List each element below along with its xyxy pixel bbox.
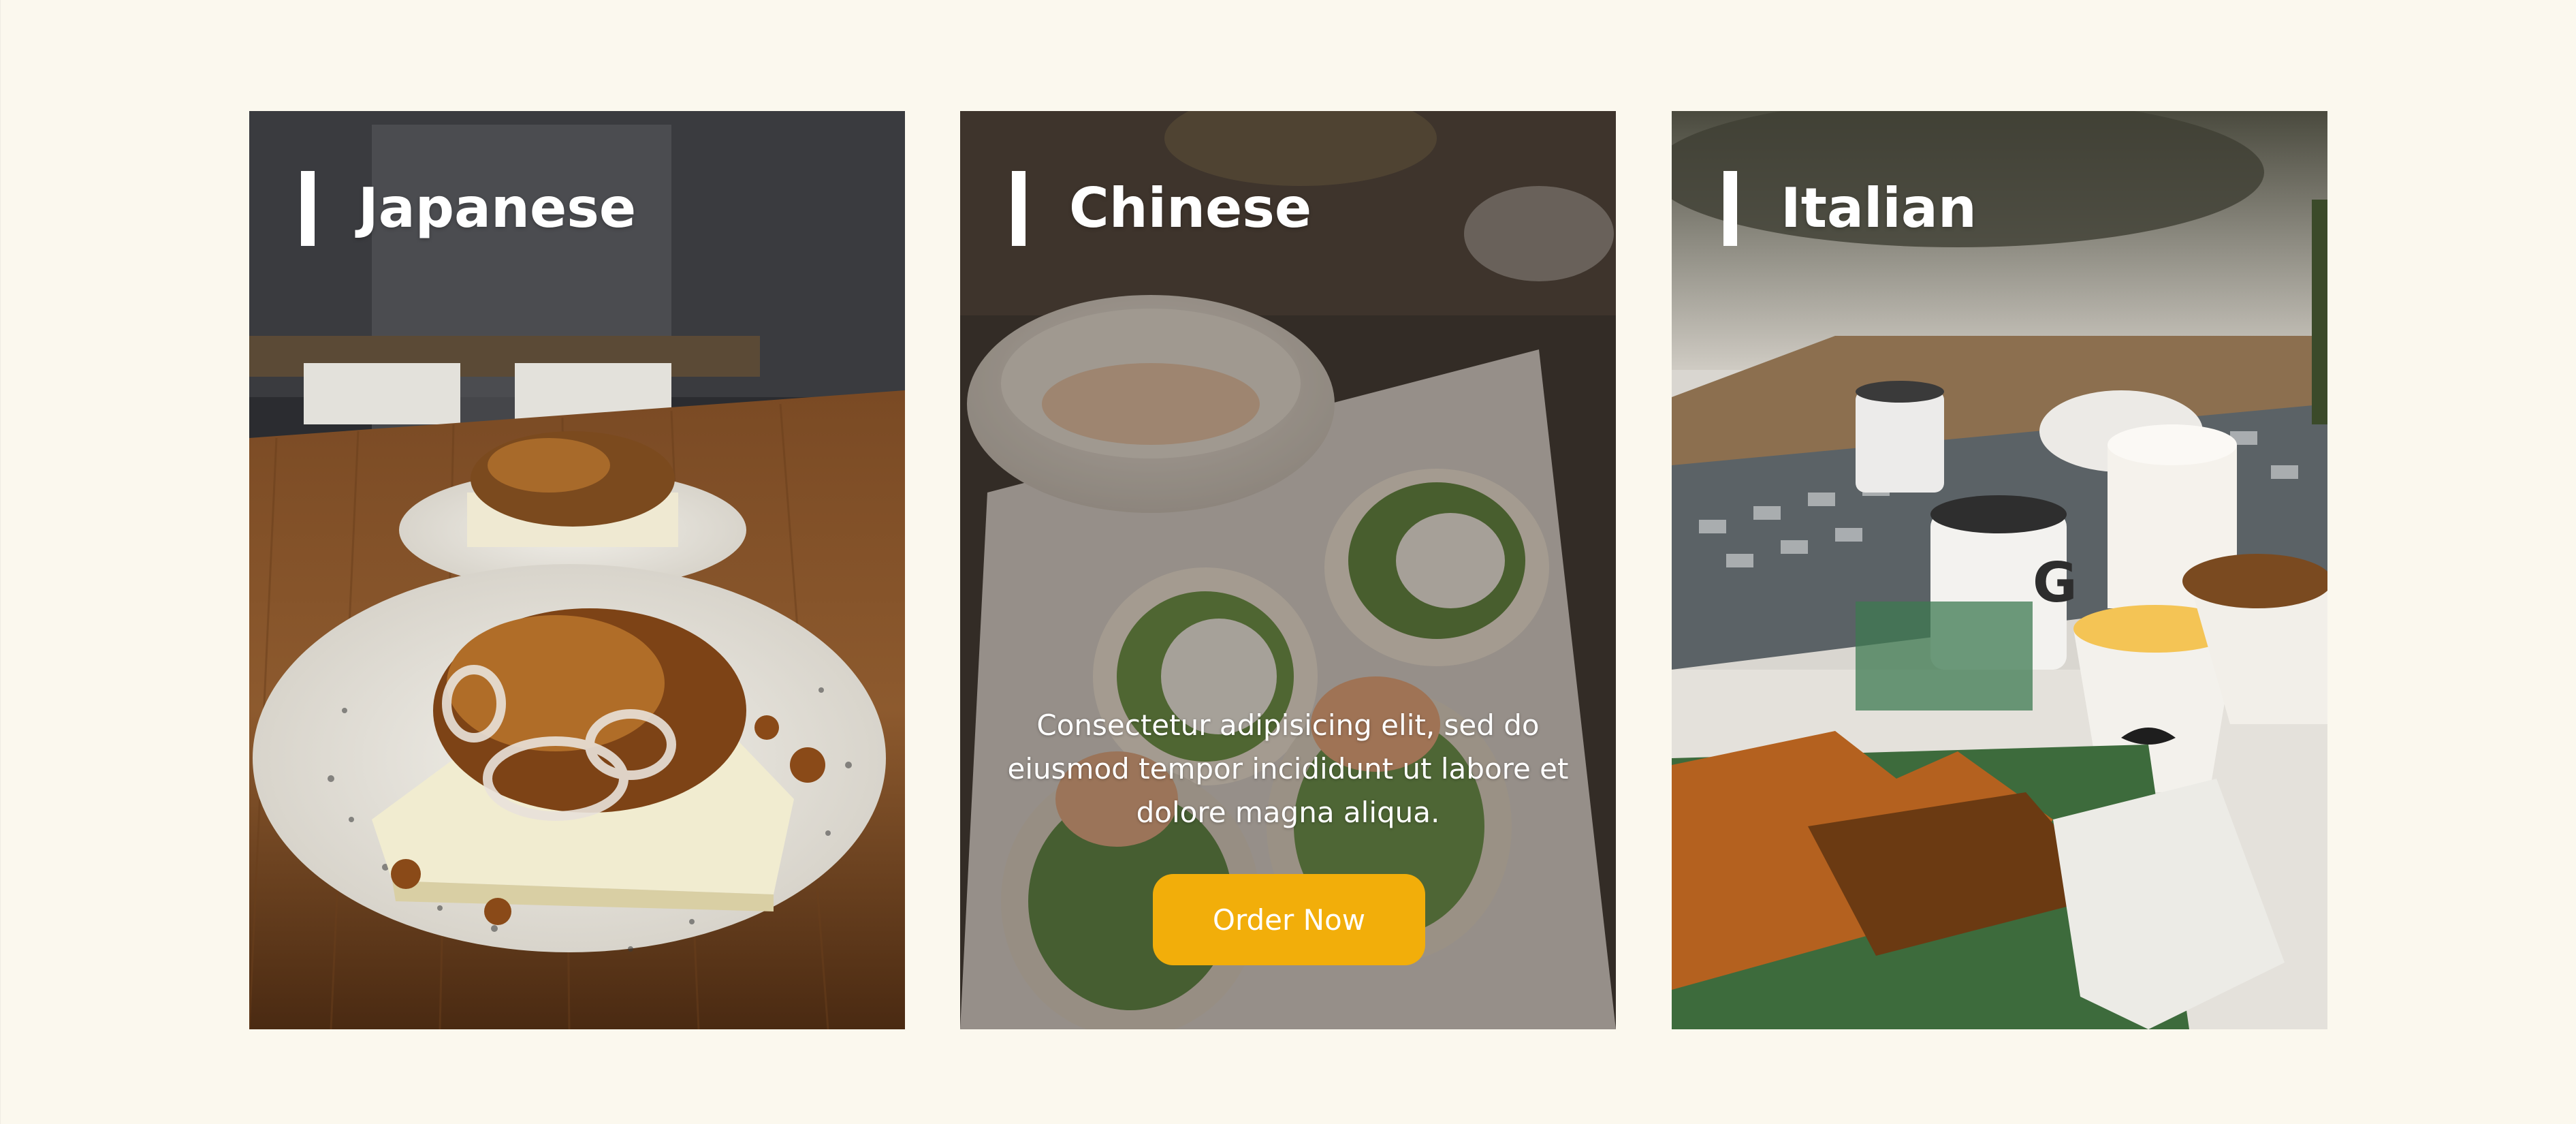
italian-food-photo: G [1672, 111, 2327, 1029]
order-now-button[interactable]: Order Now [1153, 874, 1425, 965]
cuisine-card-grid: Japanese Chinese Consectetur adipisicing… [249, 111, 2327, 1029]
card-title-group: Chinese [1012, 171, 1311, 246]
card-title-group: Italian [1723, 171, 1977, 246]
cuisine-card-italian[interactable]: G Italian [1672, 111, 2327, 1029]
title-accent-bar [1723, 171, 1737, 246]
card-title: Japanese [358, 176, 637, 240]
title-accent-bar [1012, 171, 1025, 246]
page: Japanese Chinese Consectetur adipisicing… [0, 0, 2576, 1124]
cuisine-card-chinese[interactable]: Chinese Consectetur adipisicing elit, se… [960, 111, 1616, 1029]
title-accent-bar [301, 171, 315, 246]
japanese-food-photo [249, 111, 905, 1029]
card-title: Italian [1781, 176, 1977, 240]
card-title-group: Japanese [301, 171, 636, 246]
cuisine-card-japanese[interactable]: Japanese [249, 111, 905, 1029]
svg-text:G: G [2033, 551, 2078, 614]
card-description: Consectetur adipisicing elit, sed do eiu… [1007, 708, 1569, 829]
card-title: Chinese [1069, 176, 1312, 240]
